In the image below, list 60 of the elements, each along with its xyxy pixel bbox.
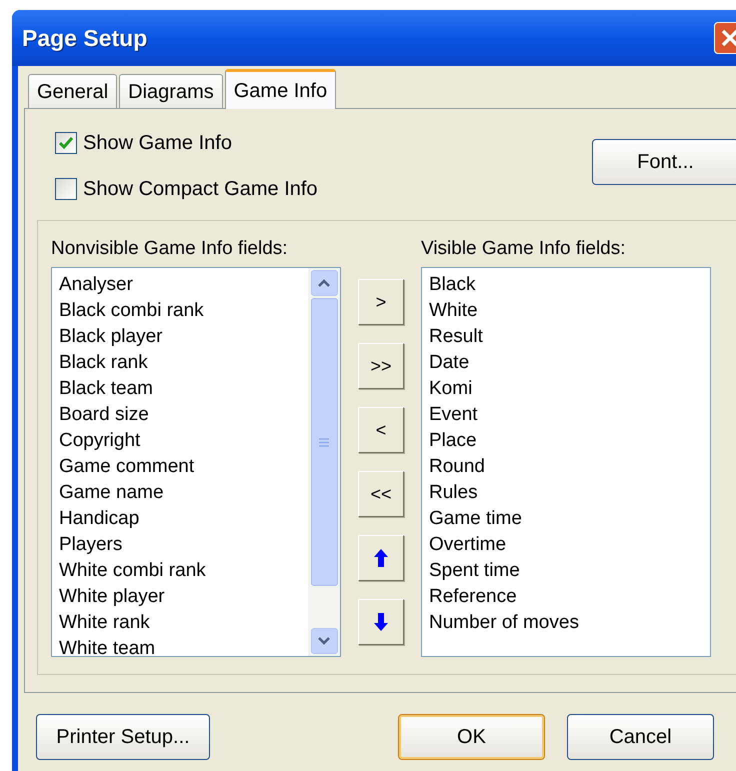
dialog-button[interactable]: Printer Setup...	[36, 714, 210, 760]
list-item[interactable]: Komi	[429, 376, 710, 402]
checkbox-label: Show Compact Game Info	[83, 177, 318, 202]
list-label: Nonvisible Game Info fields:	[51, 237, 289, 261]
scroll-thumb[interactable]	[310, 298, 338, 586]
list-item[interactable]: Event	[429, 402, 710, 428]
list-item[interactable]: Black rank	[59, 350, 308, 376]
list-item[interactable]: Game time	[429, 506, 710, 532]
list-item[interactable]: Round	[429, 454, 710, 480]
list-item[interactable]: Overtime	[429, 532, 710, 558]
scroll-down-button[interactable]	[310, 628, 338, 654]
list-item[interactable]: Black combi rank	[59, 298, 308, 324]
move-button[interactable]: >>	[358, 343, 404, 389]
list-item[interactable]: Game name	[59, 480, 308, 506]
list-item[interactable]: Reference	[429, 584, 710, 610]
down-chevron-icon	[318, 637, 330, 645]
list-item[interactable]: Handicap	[59, 506, 308, 532]
list-label: Visible Game Info fields:	[421, 237, 627, 261]
move-button[interactable]: >	[358, 279, 404, 325]
grip-icon	[318, 438, 330, 446]
list-item[interactable]: Analyser	[59, 272, 308, 298]
check-icon	[59, 137, 73, 149]
checkbox[interactable]	[55, 132, 77, 154]
list-item[interactable]: Spent time	[429, 558, 710, 584]
list-item[interactable]: Date	[429, 350, 710, 376]
list-item[interactable]: Black	[429, 272, 710, 298]
list-item[interactable]: White rank	[59, 610, 308, 636]
list-item[interactable]: Place	[429, 428, 710, 454]
list-item[interactable]: White combi rank	[59, 558, 308, 584]
list-item[interactable]: Rules	[429, 480, 710, 506]
list-item[interactable]: Number of moves	[429, 610, 710, 636]
list-item[interactable]: Black team	[59, 376, 308, 402]
list-item[interactable]: Result	[429, 324, 710, 350]
list-item[interactable]: White team	[59, 636, 308, 656]
checkbox-label: Show Game Info	[83, 131, 232, 156]
font-button[interactable]: Font...	[592, 139, 736, 185]
move-down-button[interactable]	[358, 599, 404, 645]
dialog-button[interactable]: OK	[398, 714, 545, 760]
list-item[interactable]: Players	[59, 532, 308, 558]
tab[interactable]: Diagrams	[119, 74, 223, 108]
scrollbar[interactable]	[308, 268, 340, 656]
list-item[interactable]: Game comment	[59, 454, 308, 480]
checkbox[interactable]	[55, 178, 77, 200]
list-item[interactable]: Black player	[59, 324, 308, 350]
window-title: Page Setup	[22, 24, 148, 53]
move-button[interactable]: <	[358, 407, 404, 453]
tab[interactable]: General	[28, 74, 118, 108]
tab[interactable]: Game Info	[224, 69, 336, 109]
scroll-up-button[interactable]	[310, 270, 338, 296]
list-item[interactable]: White	[429, 298, 710, 324]
down-arrow-icon	[374, 613, 388, 631]
list-item[interactable]: Copyright	[59, 428, 308, 454]
move-up-button[interactable]	[358, 535, 404, 581]
move-button[interactable]: <<	[358, 471, 404, 517]
list-item[interactable]: Board size	[59, 402, 308, 428]
up-arrow-icon	[374, 549, 388, 567]
close-icon	[720, 28, 736, 48]
dialog-button[interactable]: Cancel	[567, 714, 714, 760]
list-item[interactable]: White player	[59, 584, 308, 610]
up-chevron-icon	[318, 279, 330, 287]
